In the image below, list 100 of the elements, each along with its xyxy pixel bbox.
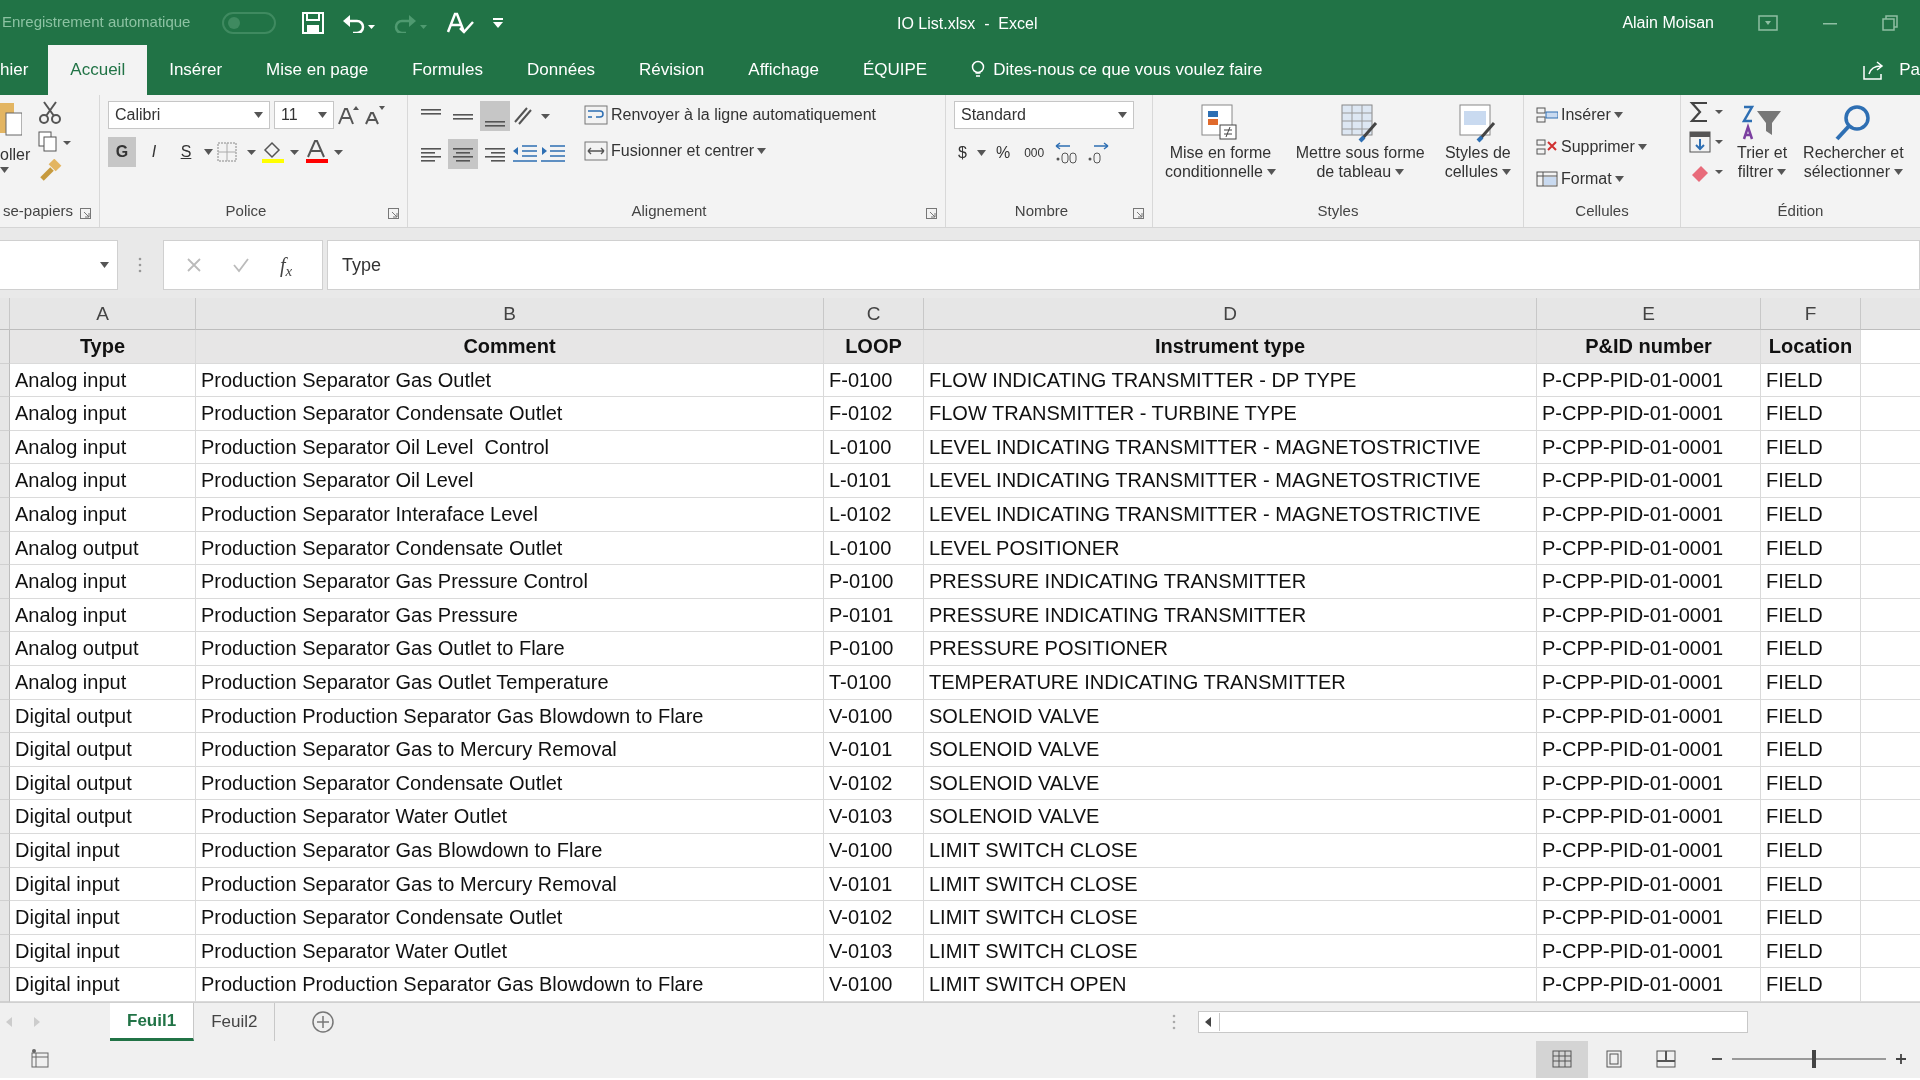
thousands-button[interactable]: 000 <box>1020 142 1049 164</box>
add-sheet-icon[interactable] <box>311 1009 336 1034</box>
insert-function-button[interactable]: f$_{x}$ <box>280 250 293 280</box>
paste-button[interactable]: oller <box>0 143 31 167</box>
ribbon-display-icon[interactable] <box>1758 14 1778 31</box>
enter-icon[interactable] <box>232 257 250 273</box>
style-button[interactable]: Mise en forme conditionnelle <box>1161 101 1280 199</box>
style-button[interactable]: Styles de cellules <box>1440 101 1515 199</box>
zoom-in-icon[interactable] <box>1896 1054 1906 1065</box>
ribbon-tab[interactable]: Révision <box>617 45 727 95</box>
zoom-thumb[interactable] <box>1812 1050 1817 1069</box>
tell-me-search[interactable]: Dites-nous ce que vous voulez faire <box>993 57 1263 83</box>
font-style-button[interactable]: I <box>140 137 168 167</box>
ribbon-tab[interactable]: Mise en page <box>244 45 391 95</box>
dialog-launcher-icon[interactable] <box>80 207 91 219</box>
column-header[interactable]: F <box>1761 298 1861 330</box>
dialog-launcher-icon[interactable] <box>388 207 399 219</box>
table-cell: Analog input <box>10 464 196 498</box>
share-button[interactable]: Pa <box>1899 57 1920 83</box>
header-cell: Type <box>10 330 196 364</box>
dialog-launcher-icon[interactable] <box>1133 207 1144 219</box>
table-cell: PRESSURE INDICATING TRANSMITTER <box>924 598 1537 633</box>
find-select-button[interactable]: Rechercher et sélectionner <box>1799 101 1908 199</box>
dialog-launcher-icon[interactable] <box>926 207 937 219</box>
table-cell: LEVEL INDICATING TRANSMITTER - MAGNETOSTRICTIVE <box>924 430 1537 465</box>
font-size-field[interactable]: 11 <box>274 101 334 129</box>
share-icon[interactable] <box>1863 60 1886 80</box>
customize-icon[interactable] <box>492 17 504 28</box>
column-header[interactable]: D <box>924 298 1537 330</box>
column-header[interactable]: C <box>824 298 924 330</box>
table-cell: LIMIT SWITCH CLOSE <box>924 901 1537 935</box>
ribbon-tab[interactable]: Affichage <box>726 45 841 95</box>
splitter-icon <box>138 257 142 273</box>
column-header[interactable]: B <box>196 298 824 330</box>
group-label: Styles <box>1316 201 1360 221</box>
wrap-text-button[interactable]: Renvoyer à la ligne automatiquement <box>580 101 881 129</box>
horizontal-scrollbar[interactable] <box>1198 1010 1748 1033</box>
scissors-icon[interactable] <box>38 101 63 125</box>
merge-center-button[interactable]: Fusionner et centrer <box>580 137 881 165</box>
autosum-icon[interactable] <box>1689 101 1725 123</box>
table-cell: Digital output <box>10 766 196 801</box>
borders-icon[interactable] <box>217 142 257 162</box>
caret-icon <box>1637 144 1647 150</box>
fill-color-icon[interactable] <box>261 140 301 164</box>
ribbon-tab[interactable]: Accueil <box>48 45 148 95</box>
table-cell: P-CPP-PID-01-0001 <box>1537 363 1761 398</box>
table-cell: L-0100 <box>824 531 924 566</box>
table-cell: SOLENOID VALVE <box>924 800 1537 834</box>
increase-indent-icon[interactable] <box>540 143 566 165</box>
autosave-toggle[interactable] <box>222 11 276 34</box>
formula-field[interactable]: Type <box>327 240 1920 290</box>
grow-font-icon[interactable] <box>338 105 360 125</box>
table-cell: L-0100 <box>824 430 924 465</box>
align-center-icon[interactable] <box>448 139 478 169</box>
column-header[interactable]: E <box>1537 298 1761 330</box>
format-painter-icon[interactable] <box>38 159 63 183</box>
page-layout-icon <box>1604 1050 1624 1069</box>
ribbon-tab[interactable]: Données <box>505 45 618 95</box>
table-cell: Analog input <box>10 397 196 431</box>
ribbon-tab[interactable]: Insérer <box>147 45 245 95</box>
ribbon-tab[interactable]: hier <box>0 45 49 95</box>
font-style-button[interactable]: S <box>172 137 200 167</box>
sheet-tab[interactable]: Feuil1 <box>110 1002 195 1041</box>
sort-filter-button[interactable]: Trier et filtrer <box>1733 101 1792 199</box>
ribbon-tab[interactable]: Formules <box>390 45 506 95</box>
decrease-indent-icon[interactable] <box>512 143 538 165</box>
cells-button[interactable]: Supprimer <box>1532 133 1672 161</box>
redo-icon[interactable] <box>394 12 428 33</box>
macro-record-icon[interactable] <box>30 1049 50 1070</box>
restore-icon[interactable] <box>1882 14 1898 31</box>
save-icon[interactable] <box>302 11 324 34</box>
cancel-icon[interactable] <box>186 257 202 273</box>
sheet-tab[interactable]: Feuil2 <box>194 1002 276 1041</box>
table-cell: Production Separator Gas Outlet Temperature <box>196 665 824 700</box>
ribbon-tab[interactable]: ÉQUIPE <box>840 45 950 95</box>
fill-down-icon[interactable] <box>1689 131 1725 153</box>
undo-icon[interactable] <box>342 12 376 33</box>
table-cell: P-CPP-PID-01-0001 <box>1537 800 1761 834</box>
cells-button[interactable]: Format <box>1532 165 1672 193</box>
font-style-button[interactable]: G <box>108 137 136 167</box>
group-label: Cellules <box>1574 201 1630 221</box>
number-format-field[interactable]: Standard <box>954 101 1134 129</box>
percent-button[interactable]: % <box>991 139 1015 167</box>
currency-button[interactable]: $ <box>954 139 971 167</box>
cells-button[interactable]: Insérer <box>1532 101 1672 129</box>
font-name-field[interactable]: Calibri <box>108 101 270 129</box>
style-button[interactable]: Mettre sous forme de tableau <box>1291 101 1429 199</box>
spelling-icon[interactable] <box>446 11 474 34</box>
table-cell: FIELD <box>1761 497 1861 532</box>
copy-icon[interactable] <box>38 131 73 153</box>
table-cell: FIELD <box>1761 363 1861 398</box>
table-cell: F-0100 <box>824 363 924 398</box>
font-color-icon[interactable] <box>305 140 345 164</box>
table-cell: F-0102 <box>824 397 924 431</box>
caret-icon <box>1893 168 1903 175</box>
shrink-font-icon[interactable] <box>364 105 386 125</box>
align-bottom-icon[interactable] <box>480 101 510 131</box>
column-header[interactable]: A <box>10 298 196 330</box>
group-label: Édition <box>1776 201 1825 221</box>
table-cell: V-0101 <box>824 733 924 767</box>
